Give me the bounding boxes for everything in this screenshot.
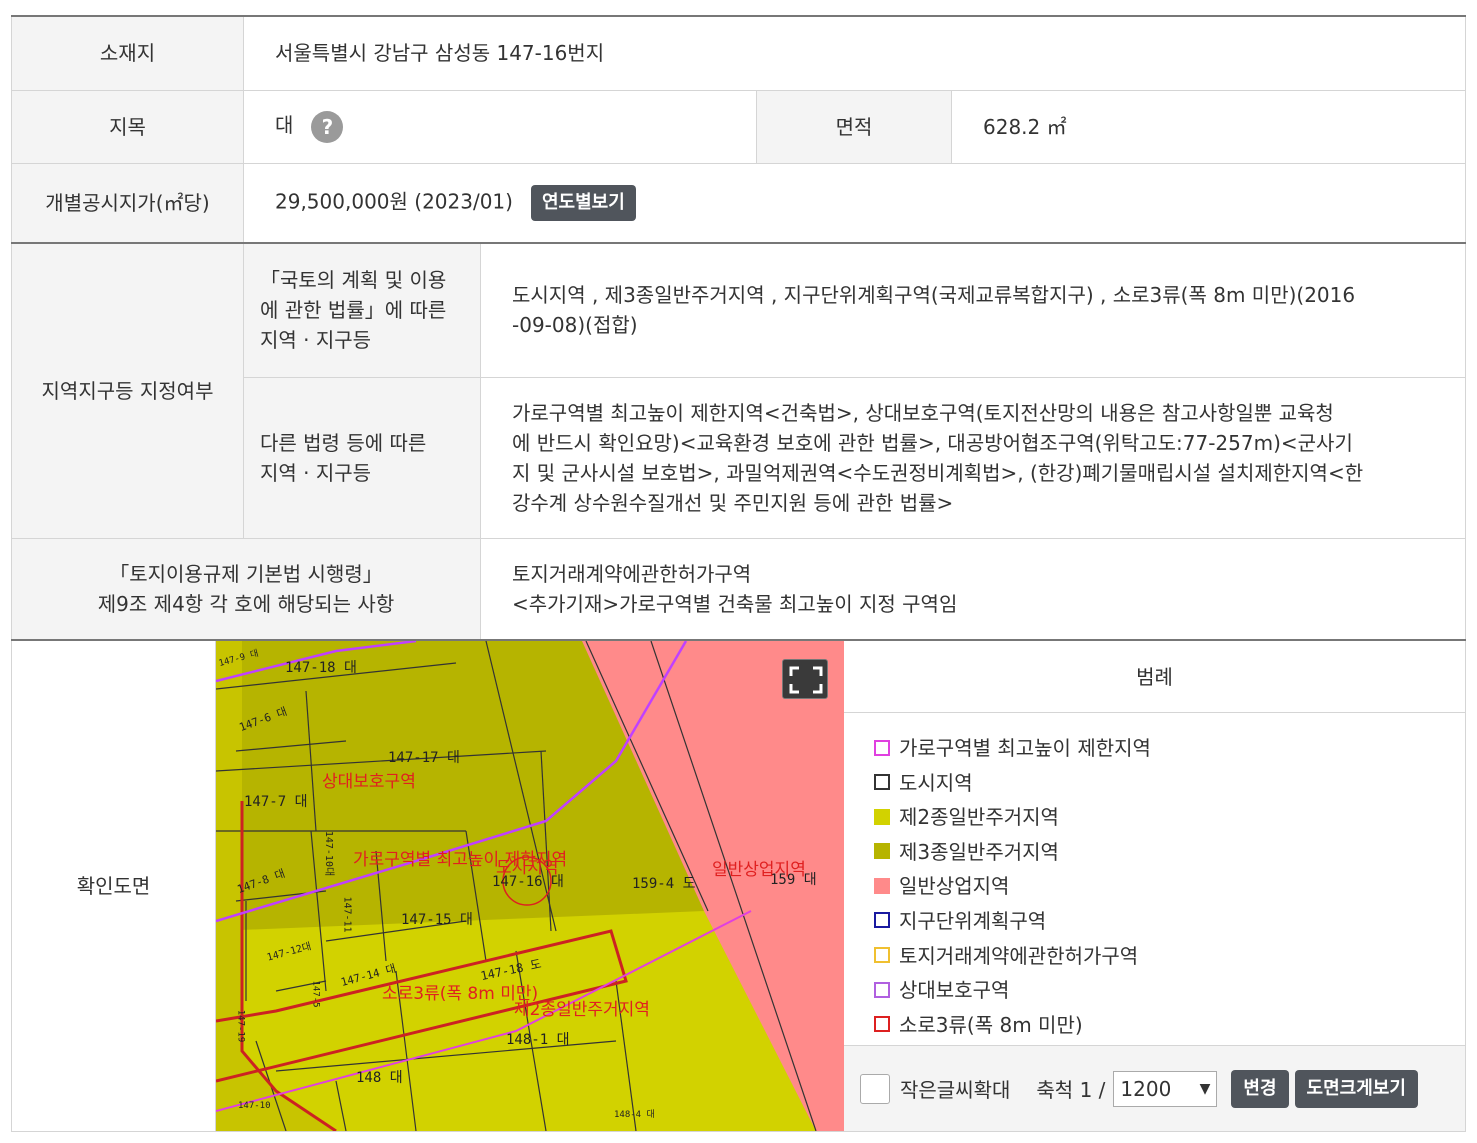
national-law-value-line: 도시지역 , 제3종일반주거지역 , 지구단위계획구역(국제교류복합지구) , … [512, 283, 1356, 308]
legend-item-label: 제3종일반주거지역 [899, 839, 1059, 864]
national-law-label-line: 지역 · 지구등 [260, 328, 372, 353]
price-value: 29,500,000원 (2023/01) [275, 189, 513, 214]
land-category-label: 지목 [11, 90, 244, 164]
legend-item-label: 지구단위계획구역 [899, 908, 1047, 933]
other-law-label-line: 다른 법령 등에 따른 [260, 430, 427, 455]
help-icon[interactable]: ? [311, 110, 344, 143]
map-row: 확인도면 147-18 대 147-6 대 147-17 대 147-7 대 1… [11, 640, 1466, 1132]
legend-item-label: 도시지역 [899, 770, 973, 795]
other-law-value-line: 지 및 군사시설 보호법>, 과밀억제권역<수도권정비계획법>, (한강)폐기물… [512, 460, 1364, 485]
legend-item: 소로3류(폭 8m 미만) [874, 1008, 1465, 1043]
national-law-label-line: 에 관한 법률」에 따른 [260, 298, 447, 323]
legend-item-label: 제2종일반주거지역 [899, 805, 1059, 830]
legend-swatch [874, 739, 890, 756]
land-info-table: 소재지 서울특별시 강남구 삼성동 147-16번지 지목 대? 면적 628.… [11, 15, 1466, 1132]
legend-swatch [874, 1016, 890, 1033]
legend-title: 범례 [844, 641, 1465, 713]
legend-panel: 범례 가로구역별 최고높이 제한지역 도시지역 제2종일반주거지역 제3종일반주… [844, 641, 1465, 1131]
land-category-cell: 대? [243, 90, 757, 164]
price-label: 개별공시지가(㎡당) [11, 163, 244, 244]
regulation-value: 토지거래계약에관한허가구역 <추가기재>가로구역별 건축물 최고높이 지정 구역… [480, 538, 1466, 641]
other-law-label: 다른 법령 등에 따른 지역 · 지구등 [243, 377, 481, 539]
regulation-label-line: 「토지이용규제 기본법 시행령」 [109, 561, 383, 586]
parcel-label: 147-19 [235, 1009, 246, 1043]
other-law-value: 가로구역별 최고높이 제한지역<건축법>, 상대보호구역(토지전산망의 내용은 … [480, 377, 1466, 539]
parcel-label: 147-5 [310, 980, 321, 1008]
other-law-value-line: 가로구역별 최고높이 제한지역<건축법>, 상대보호구역(토지전산망의 내용은 … [512, 400, 1334, 425]
parcel-label: 148-4 대 [614, 1110, 655, 1120]
legend-list: 가로구역별 최고높이 제한지역 도시지역 제2종일반주거지역 제3종일반주거지역… [844, 713, 1465, 1045]
regulation-value-line: <추가기재>가로구역별 건축물 최고높이 지정 구역임 [512, 591, 958, 616]
parcel-label: 148-1 대 [506, 1032, 570, 1048]
area-label: 면적 [756, 90, 952, 164]
legend-item: 지구단위계획구역 [874, 904, 1465, 939]
national-law-label-line: 「국토의 계획 및 이용 [260, 268, 447, 293]
zoning-label: 지역지구등 지정여부 [11, 243, 244, 539]
legend-item-label: 소로3류(폭 8m 미만) [899, 1012, 1083, 1037]
location-label: 소재지 [11, 16, 244, 91]
legend-item: 제2종일반주거지역 [874, 800, 1465, 835]
area-value: 628.2 ㎡ [951, 90, 1466, 164]
parcel-label: 147-18 대 [285, 660, 357, 676]
legend-swatch [874, 947, 890, 964]
legend-swatch [874, 912, 890, 929]
scale-label: 축척 1 / [1036, 1078, 1106, 1102]
legend-item-label: 일반상업지역 [899, 874, 1010, 899]
price-cell: 29,500,000원 (2023/01) 연도별보기 [243, 163, 1466, 244]
parcel-label: 147-10대 [323, 830, 335, 877]
cadastral-map[interactable]: 147-18 대 147-6 대 147-17 대 147-7 대 147-10… [216, 641, 844, 1131]
other-law-value-line: 강수계 상수원수질개선 및 주민지원 등에 관한 법률> [512, 490, 954, 515]
land-category-value: 대 [275, 113, 294, 138]
zone-label: 도시지역 [496, 858, 559, 878]
scale-select[interactable]: 1200 ▼ [1113, 1070, 1218, 1107]
parcel-label: 147-15 대 [401, 912, 473, 928]
map-label: 확인도면 [12, 641, 216, 1131]
zone-label: 상대보호구역 [322, 772, 416, 792]
legend-item: 토지거래계약에관한허가구역 [874, 939, 1465, 974]
legend-item: 가로구역별 최고높이 제한지역 [874, 731, 1465, 766]
legend-swatch [874, 981, 890, 998]
location-value: 서울특별시 강남구 삼성동 147-16번지 [243, 16, 1466, 91]
national-law-value-line: -09-08)(접합) [512, 313, 638, 338]
land-info-panel: 소재지 서울특별시 강남구 삼성동 147-16번지 지목 대? 면적 628.… [11, 15, 1466, 1132]
chevron-down-icon: ▼ [1199, 1080, 1211, 1097]
legend-swatch [874, 774, 890, 791]
legend-item-label: 토지거래계약에관한허가구역 [899, 943, 1139, 968]
large-map-button[interactable]: 도면크게보기 [1294, 1069, 1418, 1108]
enlarge-text-label: 작은글씨확대 [900, 1078, 1011, 1102]
change-button[interactable]: 변경 [1231, 1069, 1289, 1108]
regulation-label-line: 제9조 제4항 각 호에 해당되는 사항 [97, 591, 395, 616]
legend-item: 상대보호구역 [874, 973, 1465, 1008]
parcel-label: 147-7 대 [244, 794, 308, 810]
legend-swatch [874, 808, 890, 825]
legend-swatch [874, 843, 890, 860]
parcel-label: 159-4 도 [632, 876, 696, 892]
other-law-label-line: 지역 · 지구등 [260, 460, 372, 485]
legend-item: 도시지역 [874, 766, 1465, 801]
legend-item-label: 가로구역별 최고높이 제한지역 [899, 736, 1151, 760]
fullscreen-icon[interactable] [782, 659, 828, 699]
national-law-label: 「국토의 계획 및 이용 에 관한 법률」에 따른 지역 · 지구등 [243, 243, 481, 378]
legend-item: 일반상업지역 [874, 869, 1465, 904]
parcel-label: 147-10 [238, 1101, 271, 1111]
parcel-label: 147-11 [341, 896, 353, 933]
zone-label: 일반상업지역 [712, 860, 806, 880]
legend-swatch [874, 877, 890, 894]
regulation-label: 「토지이용규제 기본법 시행령」 제9조 제4항 각 호에 해당되는 사항 [11, 538, 481, 641]
regulation-value-line: 토지거래계약에관한허가구역 [512, 561, 752, 586]
parcel-label: 147-17 대 [388, 750, 460, 766]
yearly-view-button[interactable]: 연도별보기 [530, 184, 636, 221]
legend-item-label: 상대보호구역 [899, 978, 1010, 1003]
other-law-value-line: 에 반드시 확인요망)<교육환경 보호에 관한 법률>, 대공방어협조구역(위탁… [512, 430, 1353, 455]
national-law-value: 도시지역 , 제3종일반주거지역 , 지구단위계획구역(국제교류복합지구) , … [480, 243, 1466, 378]
scale-value: 1200 [1120, 1076, 1172, 1101]
map-controls: 작은글씨확대 축척 1 / 1200 ▼ 변경 도면크게보기 [844, 1045, 1465, 1131]
enlarge-text-checkbox[interactable] [860, 1073, 890, 1104]
legend-item: 제3종일반주거지역 [874, 835, 1465, 870]
zone-label: 제2종일반주거지역 [514, 1000, 650, 1020]
parcel-label: 148 대 [356, 1070, 403, 1086]
